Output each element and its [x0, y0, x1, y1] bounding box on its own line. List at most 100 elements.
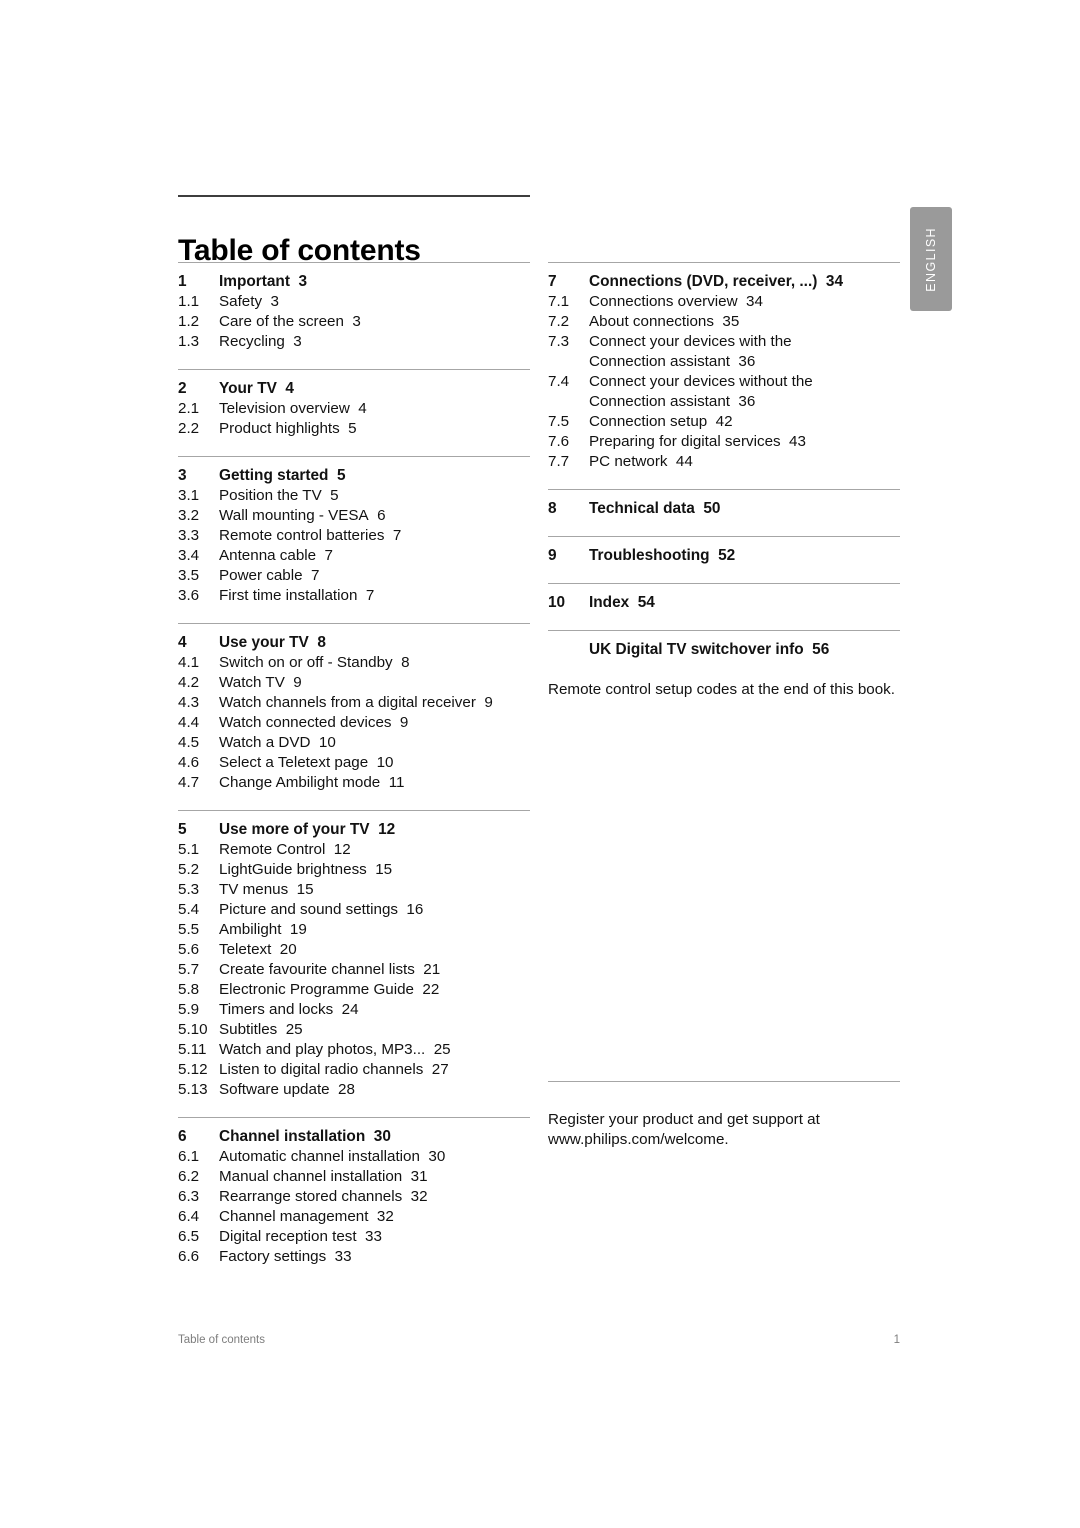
toc-entry-title: Ambilight 19: [219, 921, 307, 938]
toc-entry[interactable]: 6.2 Manual channel installation 31: [178, 1167, 530, 1187]
toc-entry-number: 5.13: [178, 1081, 208, 1098]
toc-section-heading[interactable]: 3 Getting started 5: [178, 465, 530, 486]
toc-entry[interactable]: 2.1 Television overview 4: [178, 399, 530, 419]
toc-entry[interactable]: 7.5 Connection setup 42: [548, 412, 900, 432]
footer-title: Table of contents: [178, 1334, 265, 1346]
toc-entry[interactable]: 7.2 About connections 35: [548, 312, 900, 332]
language-tab: ENGLISH: [910, 207, 952, 311]
toc-entry[interactable]: 7.7 PC network 44: [548, 452, 900, 472]
toc-entry[interactable]: 4.3 Watch channels from a digital receive…: [178, 693, 530, 713]
toc-entry[interactable]: 3.2 Wall mounting - VESA 6: [178, 506, 530, 526]
toc-section-heading[interactable]: 2 Your TV 4: [178, 378, 530, 399]
toc-entry-number: 1: [178, 273, 187, 290]
toc-section-heading[interactable]: 7 Connections (DVD, receiver, ...) 34: [548, 271, 900, 292]
toc-section-heading[interactable]: 5 Use more of your TV 12: [178, 819, 530, 840]
toc-entry[interactable]: 6.1 Automatic channel installation 30: [178, 1147, 530, 1167]
toc-entry[interactable]: Connection assistant 36: [548, 392, 900, 412]
toc-section-heading[interactable]: 6 Channel installation 30: [178, 1126, 530, 1147]
toc-entry-number: 6.3: [178, 1188, 200, 1205]
toc-entry[interactable]: 4.5 Watch a DVD 10: [178, 733, 530, 753]
toc-entry[interactable]: 6.5 Digital reception test 33: [178, 1227, 530, 1247]
toc-entry[interactable]: 5.10 Subtitles 25: [178, 1020, 530, 1040]
toc-entry[interactable]: 7.3 Connect your devices with the: [548, 332, 900, 352]
toc-entry-title: LightGuide brightness 15: [219, 861, 393, 878]
toc-entry[interactable]: 5.9 Timers and locks 24: [178, 1000, 530, 1020]
toc-entry[interactable]: 5.3 TV menus 15: [178, 880, 530, 900]
toc-entry[interactable]: 4.2 Watch TV 9: [178, 673, 530, 693]
toc-entry[interactable]: Connection assistant 36: [548, 352, 900, 372]
toc-entry[interactable]: 5.2 LightGuide brightness 15: [178, 860, 530, 880]
register-divider: [548, 1081, 900, 1082]
toc-entry-title: PC network 44: [589, 453, 693, 470]
toc-entry-title: Connection assistant 36: [589, 353, 756, 370]
toc-entry[interactable]: 3.1 Position the TV 5: [178, 486, 530, 506]
toc-entry-number: 4.1: [178, 654, 200, 671]
toc-entry[interactable]: 5.4 Picture and sound settings 16: [178, 900, 530, 920]
toc-entry-number: 3.1: [178, 487, 200, 504]
toc-entry-number: 5: [178, 821, 187, 838]
toc-entry-title: Preparing for digital services 43: [589, 433, 806, 450]
toc-entry[interactable]: 7.6 Preparing for digital services 43: [548, 432, 900, 452]
toc-entry-number: 3.4: [178, 547, 200, 564]
toc-entry[interactable]: 5.5 Ambilight 19: [178, 920, 530, 940]
toc-entry[interactable]: 3.5 Power cable 7: [178, 566, 530, 586]
toc-entry[interactable]: 4.7 Change Ambilight mode 11: [178, 773, 530, 793]
toc-entry[interactable]: 5.13 Software update 28: [178, 1080, 530, 1100]
toc-entry-title: Care of the screen 3: [219, 313, 361, 330]
toc-entry[interactable]: 3.6 First time installation 7: [178, 586, 530, 606]
toc-entry[interactable]: 6.3 Rearrange stored channels 32: [178, 1187, 530, 1207]
toc-entry[interactable]: 1.1 Safety 3: [178, 292, 530, 312]
toc-entry-number: 7.5: [548, 413, 570, 430]
toc-entry[interactable]: 3.4 Antenna cable 7: [178, 546, 530, 566]
toc-section-heading[interactable]: 9 Troubleshooting 52: [548, 545, 900, 566]
toc-entry[interactable]: 7.4 Connect your devices without the: [548, 372, 900, 392]
toc-entry-title: Getting started 5: [219, 467, 346, 484]
toc-entry-title: Watch a DVD 10: [219, 734, 336, 751]
toc-entry[interactable]: 1.3 Recycling 3: [178, 332, 530, 352]
toc-entry[interactable]: 6.4 Channel management 32: [178, 1207, 530, 1227]
toc-entry-number: 3.3: [178, 527, 200, 544]
toc-entry-title: Channel management 32: [219, 1208, 394, 1225]
toc-section: 4 Use your TV 8 4.1 Switch on or off - Stan…: [178, 623, 530, 793]
toc-entry-number: 6.6: [178, 1248, 200, 1265]
toc-section-heading[interactable]: 10 Index 54: [548, 592, 900, 613]
toc-entry-title: Use your TV 8: [219, 634, 326, 651]
toc-entry-number: 5.12: [178, 1061, 208, 1078]
toc-entry[interactable]: 2.2 Product highlights 5: [178, 419, 530, 439]
toc-entry-number: 2.2: [178, 420, 200, 437]
toc-entry-number: 4.7: [178, 774, 200, 791]
toc-entry-title: Listen to digital radio channels 27: [219, 1061, 449, 1078]
toc-entry[interactable]: 5.1 Remote Control 12: [178, 840, 530, 860]
toc-entry[interactable]: 3.3 Remote control batteries 7: [178, 526, 530, 546]
toc-entry[interactable]: 5.11 Watch and play photos, MP3... 25: [178, 1040, 530, 1060]
toc-entry[interactable]: 5.12 Listen to digital radio channels 27: [178, 1060, 530, 1080]
toc-entry-number: 7.3: [548, 333, 570, 350]
toc-section-heading[interactable]: 1 Important 3: [178, 271, 530, 292]
toc-entry-number: 6.4: [178, 1208, 200, 1225]
toc-entry-number: 4.3: [178, 694, 200, 711]
toc-entry-title: Wall mounting - VESA 6: [219, 507, 386, 524]
toc-entry-title: Troubleshooting 52: [589, 547, 736, 564]
toc-entry-number: 10: [548, 594, 566, 611]
toc-entry-title: Your TV 4: [219, 380, 294, 397]
toc-entry-number: 5.3: [178, 881, 200, 898]
toc-entry-number: 3.5: [178, 567, 200, 584]
toc-entry[interactable]: 1.2 Care of the screen 3: [178, 312, 530, 332]
toc-entry-title: Connections overview 34: [589, 293, 763, 310]
toc-entry[interactable]: 5.8 Electronic Programme Guide 22: [178, 980, 530, 1000]
toc-section-heading[interactable]: 8 Technical data 50: [548, 498, 900, 519]
toc-entry-title: Digital reception test 33: [219, 1228, 382, 1245]
toc-entry[interactable]: 4.4 Watch connected devices 9: [178, 713, 530, 733]
footer-page-number: 1: [893, 1334, 900, 1346]
toc-entry[interactable]: 5.6 Teletext 20: [178, 940, 530, 960]
toc-section: 7 Connections (DVD, receiver, ...) 34 7.1 C…: [548, 262, 900, 472]
toc-entry[interactable]: 7.1 Connections overview 34: [548, 292, 900, 312]
toc-entry-title: Power cable 7: [219, 567, 320, 584]
toc-entry-title: Technical data 50: [589, 500, 721, 517]
toc-entry[interactable]: 4.6 Select a Teletext page 10: [178, 753, 530, 773]
toc-entry[interactable]: 5.7 Create favourite channel lists 21: [178, 960, 530, 980]
toc-section-heading[interactable]: UK Digital TV switchover info 56: [548, 639, 900, 660]
toc-section-heading[interactable]: 4 Use your TV 8: [178, 632, 530, 653]
toc-entry[interactable]: 6.6 Factory settings 33: [178, 1247, 530, 1267]
toc-entry[interactable]: 4.1 Switch on or off - Standby 8: [178, 653, 530, 673]
